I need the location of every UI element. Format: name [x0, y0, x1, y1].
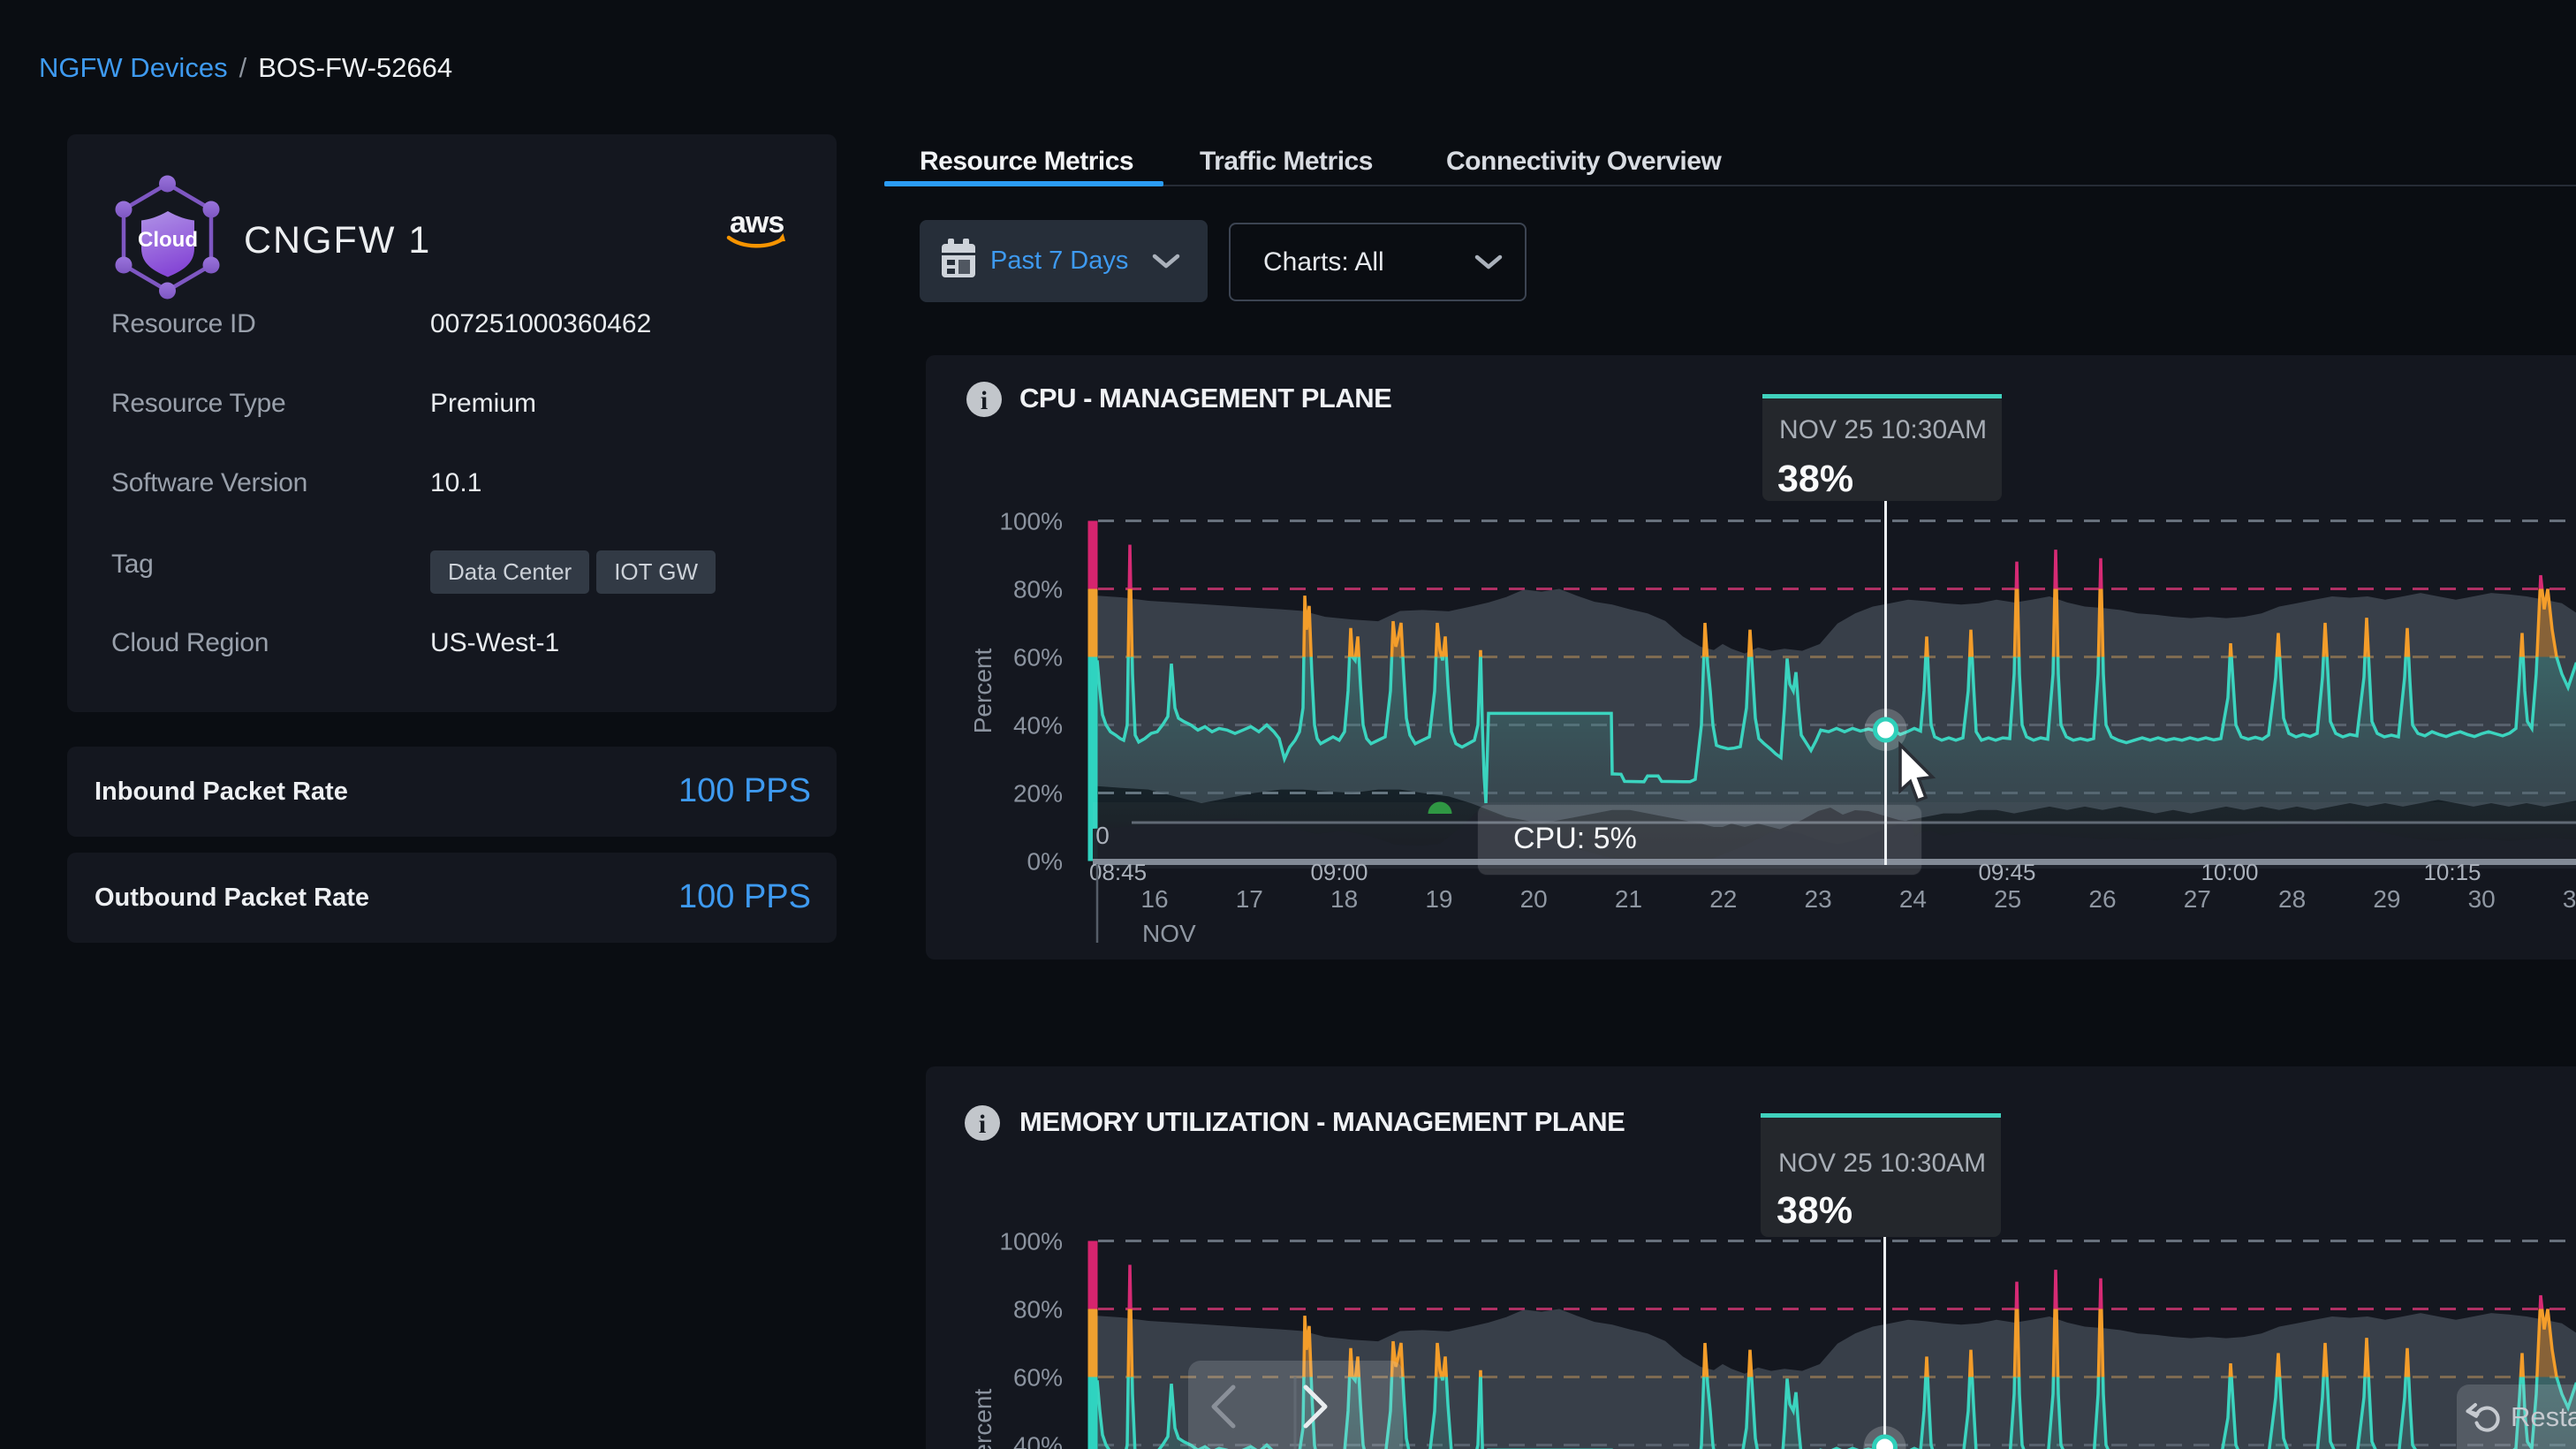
svg-text:21: 21 [1615, 885, 1642, 913]
svg-text:29: 29 [2373, 885, 2400, 913]
svg-text:16: 16 [1140, 885, 1168, 913]
svg-text:Restart: Restart [2511, 1401, 2576, 1432]
svg-text:aws: aws [730, 206, 784, 239]
svg-text:40%: 40% [1013, 712, 1063, 740]
svg-text:40%: 40% [1013, 1432, 1063, 1449]
svg-text:Percent: Percent [969, 649, 996, 734]
svg-text:18: 18 [1330, 885, 1358, 913]
svg-text:09:00: 09:00 [1310, 859, 1368, 885]
svg-text:0: 0 [1095, 822, 1110, 849]
svg-text:NOV 25 10:30AM: NOV 25 10:30AM [1778, 1149, 1986, 1178]
svg-text:60%: 60% [1013, 1364, 1063, 1392]
svg-text:28: 28 [2278, 885, 2306, 913]
svg-text:20%: 20% [1013, 780, 1063, 808]
svg-text:26: 26 [2088, 885, 2116, 913]
svg-text:0%: 0% [1027, 848, 1063, 876]
svg-text:100%: 100% [999, 1228, 1063, 1256]
svg-text:38%: 38% [1777, 1189, 1852, 1232]
svg-text:100%: 100% [999, 508, 1063, 535]
svg-text:80%: 80% [1013, 576, 1063, 603]
svg-text:10:15: 10:15 [2423, 859, 2481, 885]
svg-text:20: 20 [1520, 885, 1548, 913]
svg-text:25: 25 [1994, 885, 2021, 913]
svg-text:27: 27 [2184, 885, 2211, 913]
svg-text:17: 17 [1236, 885, 1263, 913]
svg-text:60%: 60% [1013, 644, 1063, 671]
svg-text:NOV: NOV [1142, 920, 1196, 947]
svg-text:10:00: 10:00 [2201, 859, 2258, 885]
svg-text:Cloud: Cloud [138, 228, 198, 252]
svg-text:19: 19 [1425, 885, 1452, 913]
svg-text:NOV 25 10:30AM: NOV 25 10:30AM [1779, 415, 1987, 444]
svg-text:24: 24 [1899, 885, 1927, 913]
svg-text:22: 22 [1709, 885, 1737, 913]
svg-text:38%: 38% [1777, 458, 1853, 500]
svg-text:80%: 80% [1013, 1296, 1063, 1324]
svg-text:Percent: Percent [969, 1389, 996, 1449]
svg-text:23: 23 [1805, 885, 1832, 913]
svg-text:09:45: 09:45 [1978, 859, 2035, 885]
svg-text:31: 31 [2563, 885, 2576, 913]
svg-text:30: 30 [2468, 885, 2496, 913]
svg-text:CPU: 5%: CPU: 5% [1513, 822, 1637, 855]
